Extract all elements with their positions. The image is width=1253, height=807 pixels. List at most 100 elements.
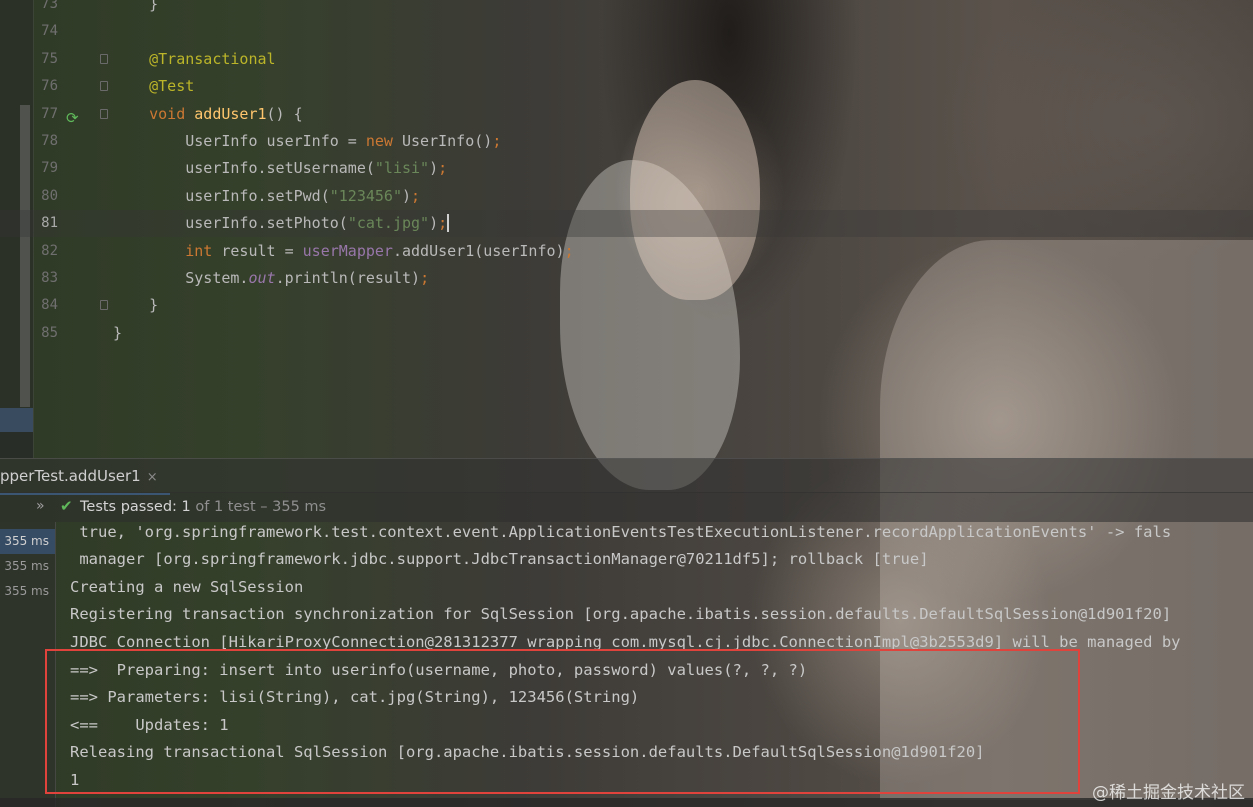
code-line[interactable]: 74 (0, 18, 1253, 45)
code-editor[interactable]: 73 } 74 75 @Transactional 76 @Test 77 ⟳ void … (0, 0, 1253, 458)
code-token: ) (429, 159, 439, 178)
test-tree-item[interactable]: 355 ms (0, 554, 55, 579)
watermark: @稀土掘金技术社区 (1092, 783, 1245, 803)
code-text: userInfo.setUsername("lisi"); (113, 155, 447, 182)
code-token: ; (438, 159, 448, 178)
code-text: userInfo.setPhoto("cat.jpg"); (113, 210, 450, 237)
project-selected-item[interactable] (0, 408, 33, 432)
code-token: ) (402, 186, 412, 205)
run-tab[interactable]: pperTest.addUser1 × (0, 459, 170, 495)
console-line: true, 'org.springframework.test.context.… (70, 523, 1172, 541)
run-tool-window-tabs: pperTest.addUser1 × (0, 458, 1253, 495)
code-token: UserInfo userInfo = (113, 132, 366, 150)
code-token: "123456" (329, 186, 402, 205)
code-token: new (365, 132, 402, 150)
code-token: } (113, 296, 159, 315)
line-number: 81 (41, 215, 58, 232)
code-line[interactable]: 73 } (0, 0, 1253, 18)
code-text: void addUser1() { (113, 101, 303, 128)
fold-marker-icon[interactable] (100, 108, 108, 119)
code-line[interactable]: 81 userInfo.setPhoto("cat.jpg"); (0, 210, 1253, 238)
code-token: userMapper (302, 241, 393, 260)
test-status-bar: » ✔ Tests passed: 1 of 1 test – 355 ms (0, 492, 1253, 522)
highlight-box (45, 649, 1080, 794)
code-token: addUser1 (194, 104, 267, 123)
code-text: int result = userMapper.addUser1(userInf… (113, 238, 574, 265)
line-number: 75 (41, 50, 58, 67)
code-token: } (113, 0, 159, 13)
status-passed-count: 1 (181, 499, 191, 515)
fold-marker-icon[interactable] (100, 53, 108, 64)
code-token: } (113, 323, 123, 342)
code-text: } (113, 320, 122, 347)
code-text: UserInfo userInfo = new UserInfo(); (113, 128, 501, 155)
line-number: 78 (41, 133, 58, 149)
code-text: } (113, 0, 158, 18)
line-number: 82 (41, 242, 58, 259)
code-token: ; (492, 132, 502, 150)
code-token: System. (113, 269, 249, 287)
test-status-text: Tests passed: 1 of 1 test – 355 ms (80, 492, 326, 522)
code-token: .addUser1(userInfo) (392, 241, 565, 260)
console-line: manager [org.springframework.jdbc.suppor… (70, 550, 929, 568)
line-number: 77 (41, 105, 58, 122)
bottom-toolbar (0, 798, 1253, 807)
line-number: 80 (41, 187, 58, 204)
line-number: 83 (41, 270, 58, 286)
test-tree-item[interactable]: 355 ms (0, 579, 55, 604)
code-line[interactable]: 78 UserInfo userInfo = new UserInfo(); (0, 128, 1253, 155)
code-text: System.out.println(result); (113, 265, 429, 292)
run-tab-label: pperTest.addUser1 (0, 467, 141, 485)
code-text: @Test (113, 73, 194, 100)
code-token: void (149, 104, 195, 123)
line-number: 85 (41, 324, 58, 341)
code-token: .println(result) (275, 269, 421, 287)
chevron-right-icon[interactable]: » (36, 498, 45, 514)
project-panel-item (0, 432, 33, 458)
close-icon[interactable]: × (147, 470, 158, 485)
code-token: userInfo.setPhoto( (113, 214, 348, 233)
code-token: UserInfo() (402, 132, 493, 150)
code-token: userInfo.setUsername( (113, 159, 375, 178)
code-line[interactable]: 82 int result = userMapper.addUser1(user… (0, 238, 1253, 265)
fold-marker-icon[interactable] (100, 81, 108, 92)
line-number: 79 (41, 160, 58, 177)
line-number: 76 (41, 78, 58, 95)
code-token: "cat.jpg" (347, 214, 430, 233)
status-passed-detail: of 1 test – 355 ms (190, 499, 327, 515)
code-token: out (248, 269, 276, 287)
code-line[interactable]: 76 @Test (0, 73, 1253, 100)
code-token: ) (429, 214, 439, 233)
code-line[interactable]: 75 @Transactional (0, 46, 1253, 73)
test-tree-item[interactable]: 355 ms (0, 529, 55, 554)
code-text: @Transactional (113, 46, 276, 73)
code-token: @Transactional (113, 49, 276, 68)
console-line: Registering transaction synchronization … (70, 605, 1172, 623)
line-number: 74 (41, 23, 58, 40)
status-passed-label: Tests passed: (80, 499, 182, 515)
code-token: ; (411, 186, 421, 205)
check-icon: ✔ (60, 497, 73, 515)
code-line[interactable]: 77 ⟳ void addUser1() { (0, 101, 1253, 128)
code-token: result = (221, 241, 303, 260)
code-text: userInfo.setPwd("123456"); (113, 183, 420, 210)
code-line[interactable]: 84 } (0, 292, 1253, 319)
line-number: 84 (41, 297, 58, 314)
code-line[interactable]: 83 System.out.println(result); (0, 265, 1253, 292)
code-token: int (185, 241, 222, 260)
code-token: "lisi" (374, 159, 430, 178)
console-line: Creating a new SqlSession (70, 578, 304, 596)
code-token: userInfo.setPwd( (113, 186, 330, 205)
code-token: ; (438, 214, 450, 233)
code-line[interactable]: 80 userInfo.setPwd("123456"); (0, 183, 1253, 210)
code-line[interactable]: 79 userInfo.setUsername("lisi"); (0, 155, 1253, 182)
code-line[interactable]: 85} (0, 320, 1253, 347)
code-token: () { (266, 104, 303, 123)
code-token: ; (420, 269, 430, 287)
code-text: } (113, 292, 158, 319)
code-token: ; (564, 241, 574, 260)
fold-marker-icon[interactable] (100, 300, 108, 311)
code-token: @Test (113, 77, 195, 96)
